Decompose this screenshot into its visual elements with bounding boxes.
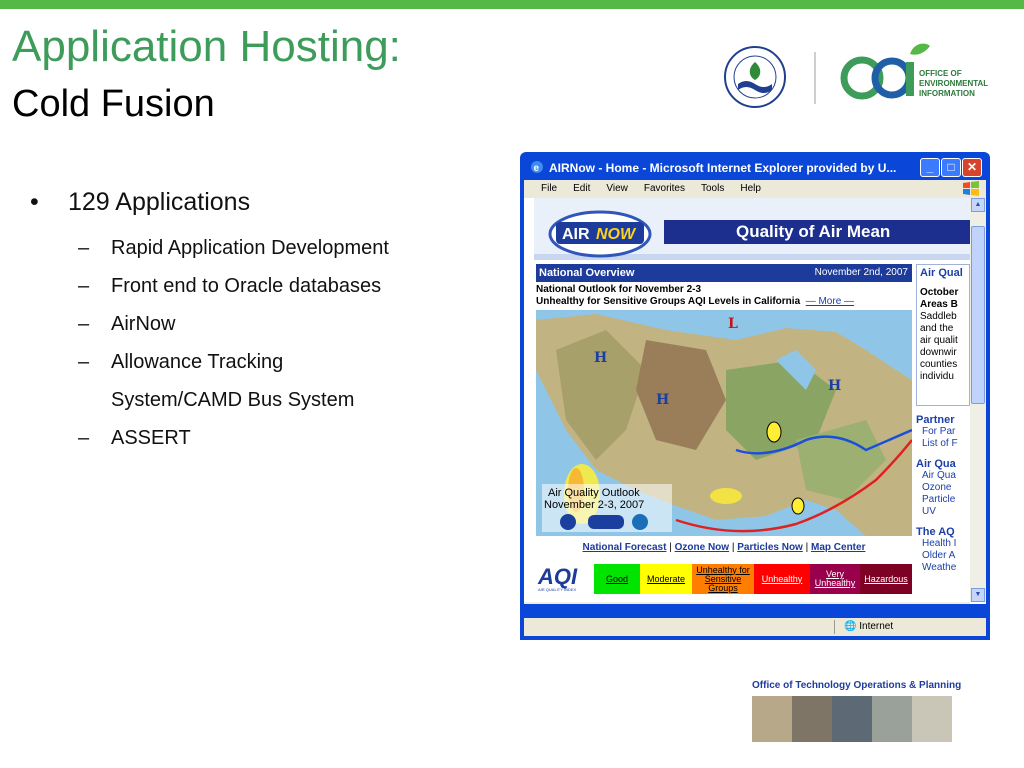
menu-help[interactable]: Help bbox=[740, 183, 761, 194]
svg-text:H: H bbox=[828, 378, 841, 394]
close-button[interactable]: ✕ bbox=[962, 158, 982, 177]
sidebar-link[interactable]: List of F bbox=[916, 438, 970, 450]
sidebar-link[interactable]: Particle bbox=[916, 494, 970, 506]
top-accent-bar bbox=[0, 0, 1024, 9]
minimize-button[interactable]: _ bbox=[920, 158, 940, 177]
aqi-good[interactable]: Good bbox=[594, 564, 640, 594]
scroll-down-icon[interactable]: ▼ bbox=[971, 588, 985, 602]
slide-title: Application Hosting: bbox=[12, 22, 401, 71]
oei-logo-text: OFFICE OF ENVIRONMENTAL INFORMATION bbox=[919, 69, 989, 98]
sidebar-heading: Air Qua bbox=[916, 458, 956, 470]
national-overview-header: National Overview November 2nd, 2007 bbox=[536, 264, 912, 282]
sub-bullet: – Front end to Oracle databases bbox=[78, 275, 382, 297]
sub-bullet: – Allowance Tracking System/CAMD Bus Syste… bbox=[78, 351, 355, 411]
sidebar-heading: The AQ bbox=[916, 526, 955, 538]
aqi-legend: AQI AIR QUALITY INDEX Good Moderate Unhe… bbox=[536, 564, 912, 594]
outlook-text: National Outlook for November 2-3 Unheal… bbox=[536, 284, 855, 307]
status-bar: 🌐 Internet bbox=[524, 618, 986, 636]
globe-icon: 🌐 bbox=[844, 621, 857, 632]
map-center-link[interactable]: Map Center bbox=[811, 542, 865, 553]
page-content: AIR NOW Quality of Air Mean National Ove… bbox=[524, 198, 986, 604]
svg-text:NOW: NOW bbox=[596, 226, 637, 243]
menu-bar: File Edit View Favorites Tools Help bbox=[524, 180, 986, 198]
sidebar-link[interactable]: UV bbox=[916, 506, 970, 518]
horizontal-scrollbar[interactable] bbox=[524, 602, 970, 604]
more-link[interactable]: — More — bbox=[806, 296, 854, 307]
slide-subtitle: Cold Fusion bbox=[12, 83, 215, 125]
sidebar-link[interactable]: For Par bbox=[916, 426, 970, 438]
vertical-scrollbar[interactable]: ▲ ▼ bbox=[970, 198, 986, 602]
menu-view[interactable]: View bbox=[606, 183, 628, 194]
sidebar-link[interactable]: Older A bbox=[916, 550, 970, 562]
aqi-very-unhealthy[interactable]: Very Unhealthy bbox=[810, 564, 860, 594]
sidebar-link[interactable]: Weathe bbox=[916, 562, 970, 574]
browser-title-bar[interactable]: e AIRNow - Home - Microsoft Internet Expl… bbox=[524, 156, 986, 180]
maximize-button[interactable]: □ bbox=[941, 158, 961, 177]
air-quality-map[interactable]: H H H L Air Quality Outlook November 2-3… bbox=[536, 310, 912, 536]
scroll-up-icon[interactable]: ▲ bbox=[971, 198, 985, 212]
map-links: National Forecast | Ozone Now | Particle… bbox=[582, 542, 866, 553]
footer-photo-strip bbox=[752, 696, 952, 742]
sidebar-link[interactable]: Health I bbox=[916, 538, 970, 550]
ozone-now-link[interactable]: Ozone Now bbox=[675, 542, 729, 553]
sidebar-heading: Partner bbox=[916, 414, 955, 426]
aqi-usg[interactable]: Unhealthy for Sensitive Groups bbox=[692, 564, 754, 594]
ie-icon: e bbox=[531, 161, 543, 174]
aqi-logo: AQI AIR QUALITY INDEX bbox=[536, 564, 592, 594]
map-caption-line2: November 2-3, 2007 bbox=[544, 499, 644, 511]
status-zone: 🌐 Internet bbox=[844, 621, 894, 632]
browser-window: e AIRNow - Home - Microsoft Internet Expl… bbox=[520, 152, 990, 640]
bullet-main: • 129 Applications bbox=[30, 188, 251, 216]
status-separator bbox=[834, 620, 835, 634]
epa-seal-logo bbox=[724, 46, 786, 108]
aqi-unhealthy[interactable]: Unhealthy bbox=[754, 564, 810, 594]
banner-text: Quality of Air Mean bbox=[736, 222, 891, 241]
logo-divider bbox=[814, 52, 816, 104]
aqi-moderate[interactable]: Moderate bbox=[640, 564, 692, 594]
svg-text:e: e bbox=[534, 163, 540, 174]
sub-bullet: – ASSERT bbox=[78, 427, 191, 449]
sub-bullet: – AirNow bbox=[78, 313, 176, 335]
menu-tools[interactable]: Tools bbox=[701, 183, 724, 194]
svg-text:H: H bbox=[594, 350, 607, 366]
airnow-logo: AIR NOW bbox=[548, 210, 652, 258]
bullet-list: • 129 Applications – Rapid Application Dev… bbox=[30, 185, 490, 457]
menu-edit[interactable]: Edit bbox=[573, 183, 590, 194]
svg-text:L: L bbox=[728, 316, 738, 332]
aqi-hazardous[interactable]: Hazardous bbox=[860, 564, 912, 594]
svg-text:AIR: AIR bbox=[562, 226, 590, 243]
particles-now-link[interactable]: Particles Now bbox=[737, 542, 803, 553]
windows-logo-icon bbox=[963, 181, 979, 196]
menu-file[interactable]: File bbox=[541, 183, 557, 194]
overview-date: November 2nd, 2007 bbox=[814, 267, 908, 278]
map-caption-line1: Air Quality Outlook bbox=[548, 487, 640, 499]
scroll-thumb[interactable] bbox=[971, 226, 985, 404]
sidebar-link[interactable]: Ozone bbox=[916, 482, 970, 494]
menu-favorites[interactable]: Favorites bbox=[644, 183, 685, 194]
sidebar-link[interactable]: Air Qua bbox=[916, 470, 970, 482]
sub-bullet: – Rapid Application Development bbox=[78, 237, 389, 259]
footer-text: Office of Technology Operations & Planni… bbox=[752, 680, 962, 691]
national-forecast-link[interactable]: National Forecast bbox=[583, 542, 667, 553]
svg-text:H: H bbox=[656, 392, 669, 408]
right-sidebar: Air Qual October Areas B Saddleb and the… bbox=[916, 264, 970, 604]
sidebar-heading: Air Qual bbox=[920, 267, 963, 279]
